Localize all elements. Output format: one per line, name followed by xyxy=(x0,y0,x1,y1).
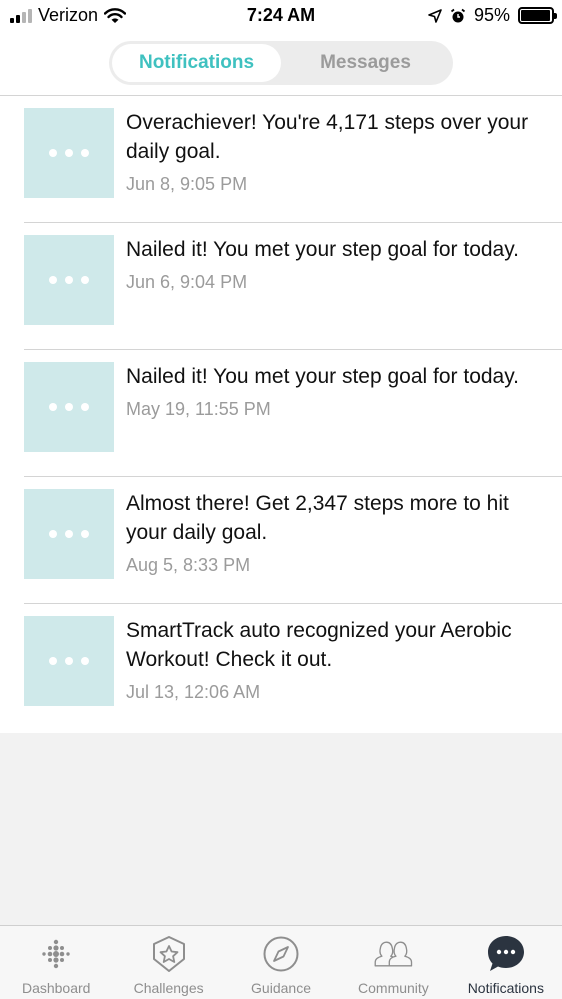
notification-thumbnail xyxy=(24,616,114,706)
notification-message: Almost there! Get 2,347 steps more to hi… xyxy=(126,492,509,544)
dot-icon xyxy=(49,149,57,157)
tab-messages[interactable]: Messages xyxy=(281,44,450,82)
dot-icon xyxy=(65,276,73,284)
tab-bar-label: Notifications xyxy=(467,980,544,996)
notification-list: Overachiever! You're 4,171 steps over yo… xyxy=(0,96,562,731)
dot-icon xyxy=(81,530,89,538)
tab-bar-community[interactable]: Community xyxy=(337,926,449,999)
dot-icon xyxy=(49,276,57,284)
bottom-tab-bar: Dashboard Challenges Guidance Community Noti… xyxy=(0,925,562,999)
dot-icon xyxy=(81,403,89,411)
notification-item[interactable]: SmartTrack auto recognized your Aerobic … xyxy=(0,604,562,731)
dashboard-dots-icon xyxy=(36,934,76,974)
notification-text: Almost there! Get 2,347 steps more to hi… xyxy=(126,489,546,576)
dot-icon xyxy=(81,657,89,665)
notification-message: SmartTrack auto recognized your Aerobic … xyxy=(126,619,512,671)
tab-bar-challenges[interactable]: Challenges xyxy=(112,926,224,999)
notification-item[interactable]: Almost there! Get 2,347 steps more to hi… xyxy=(0,477,562,604)
notification-item[interactable]: Nailed it! You met your step goal for to… xyxy=(0,350,562,477)
notification-item[interactable]: Overachiever! You're 4,171 steps over yo… xyxy=(0,96,562,223)
notification-time: Jun 6, 9:04 PM xyxy=(126,272,248,292)
notification-text: SmartTrack auto recognized your Aerobic … xyxy=(126,616,546,703)
tab-bar-notifications[interactable]: Notifications xyxy=(450,926,562,999)
star-badge-icon xyxy=(149,934,189,974)
segmented-tabs: Notifications Messages xyxy=(109,41,453,85)
tab-bar-label: Guidance xyxy=(251,980,311,996)
battery-percent: 95% xyxy=(473,5,510,25)
empty-area xyxy=(0,733,562,925)
notification-message: Nailed it! You met your step goal for to… xyxy=(126,365,520,388)
notification-time: Jun 8, 9:05 PM xyxy=(126,174,248,194)
dot-icon xyxy=(65,530,73,538)
dot-icon xyxy=(49,530,57,538)
notification-time: Aug 5, 8:33 PM xyxy=(126,555,251,575)
notification-text: Nailed it! You met your step goal for to… xyxy=(126,235,546,293)
status-bar: Verizon 7:24 AM 95% xyxy=(0,0,562,32)
notification-thumbnail xyxy=(24,362,114,452)
notification-message: Nailed it! You met your step goal for to… xyxy=(126,238,520,261)
notification-thumbnail xyxy=(24,235,114,325)
people-icon xyxy=(373,934,413,974)
dot-icon xyxy=(65,403,73,411)
tab-bar-label: Community xyxy=(358,980,429,996)
location-arrow-icon xyxy=(428,8,442,23)
tab-bar-guidance[interactable]: Guidance xyxy=(225,926,337,999)
tab-notifications[interactable]: Notifications xyxy=(112,44,281,82)
dot-icon xyxy=(81,149,89,157)
notification-thumbnail xyxy=(24,489,114,579)
notification-thumbnail xyxy=(24,108,114,198)
notification-time: Jul 13, 12:06 AM xyxy=(126,682,261,702)
chat-bubble-icon xyxy=(486,934,526,974)
tab-bar-label: Dashboard xyxy=(21,980,91,996)
notification-text: Overachiever! You're 4,171 steps over yo… xyxy=(126,108,546,195)
dot-icon xyxy=(49,403,57,411)
notification-time: May 19, 11:55 PM xyxy=(126,399,271,419)
dot-icon xyxy=(65,149,73,157)
tab-bar-label: Challenges xyxy=(133,980,204,996)
battery-icon xyxy=(518,7,557,24)
dot-icon xyxy=(81,276,89,284)
compass-icon xyxy=(261,934,301,974)
dot-icon xyxy=(65,657,73,665)
dot-icon xyxy=(49,657,57,665)
notification-message: Overachiever! You're 4,171 steps over yo… xyxy=(126,111,529,163)
notification-text: Nailed it! You met your step goal for to… xyxy=(126,362,546,420)
notification-item[interactable]: Nailed it! You met your step goal for to… xyxy=(0,223,562,350)
tab-bar-dashboard[interactable]: Dashboard xyxy=(0,926,112,999)
alarm-icon xyxy=(450,8,466,22)
status-right: 95% xyxy=(428,5,557,26)
